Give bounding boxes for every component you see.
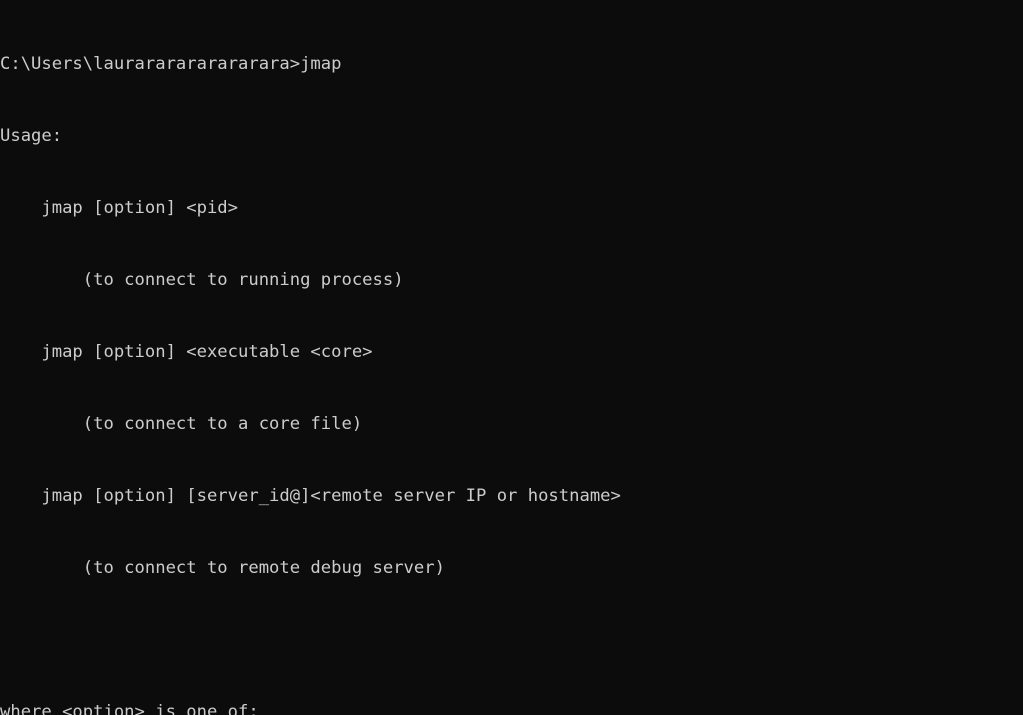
terminal-line: (to connect to a core file) bbox=[0, 414, 363, 434]
terminal-line: C:\Users\laurararararararara>jmap bbox=[0, 54, 342, 74]
terminal-line: (to connect to running process) bbox=[0, 270, 404, 290]
terminal-line: Usage: bbox=[0, 126, 63, 146]
terminal-line: (to connect to remote debug server) bbox=[0, 558, 445, 578]
terminal-line: where <option> is one of: bbox=[0, 702, 259, 715]
terminal-line: jmap [option] [server_id@]<remote server… bbox=[0, 486, 621, 506]
terminal-output-area[interactable]: C:\Users\laurararararararara>jmap Usage:… bbox=[0, 0, 1023, 715]
terminal-line: jmap [option] <executable <core> bbox=[0, 342, 373, 362]
terminal-line: jmap [option] <pid> bbox=[0, 198, 238, 218]
